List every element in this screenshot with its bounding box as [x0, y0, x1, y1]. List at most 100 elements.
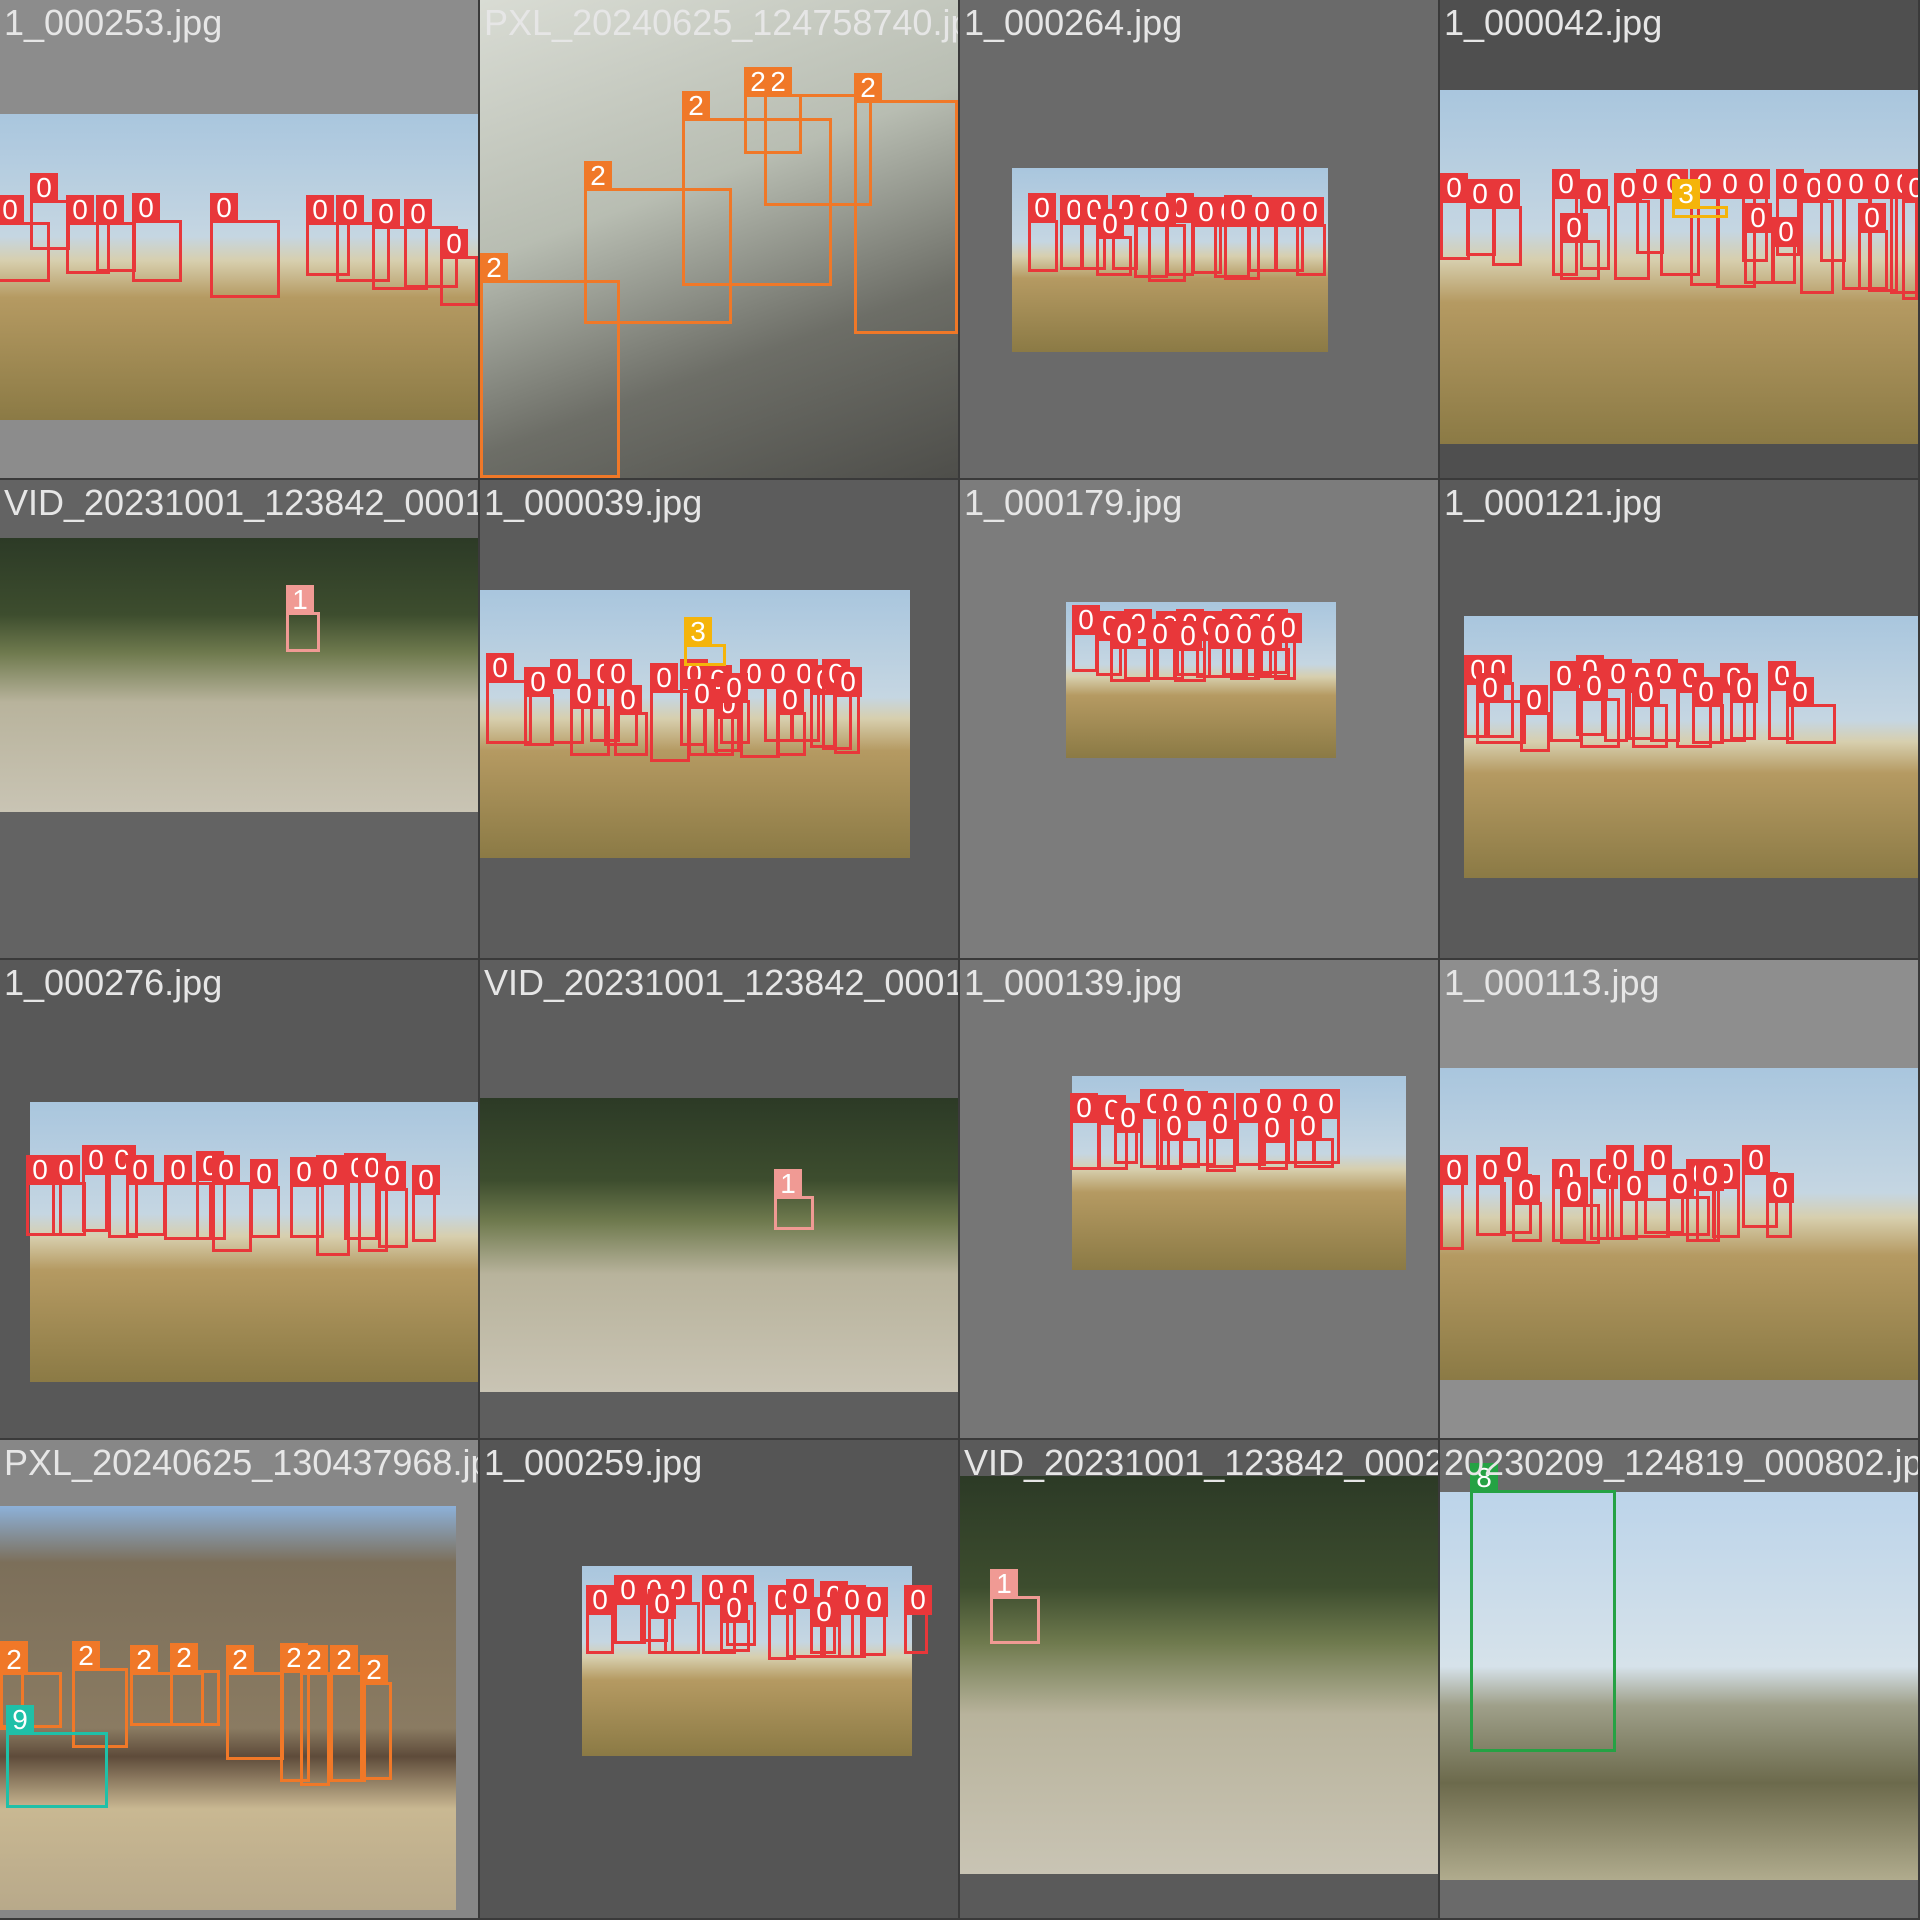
- class-label: 0: [1492, 179, 1520, 209]
- bounding-box: 0: [1296, 197, 1326, 276]
- class-label: 0: [486, 653, 514, 683]
- class-label: 2: [226, 1645, 254, 1675]
- class-label: 0: [720, 673, 748, 703]
- bounding-box: 0: [810, 1597, 838, 1654]
- class-label: 0: [1206, 1109, 1234, 1139]
- class-label: 0: [570, 679, 598, 709]
- bounding-box: 0: [250, 1159, 280, 1238]
- tile-filename: 1_000121.jpg: [1444, 482, 1663, 523]
- bounding-box: 0: [1160, 1111, 1200, 1168]
- bounding-box: 0: [412, 1165, 440, 1242]
- bounding-box: 0: [212, 1155, 252, 1252]
- image-tile[interactable]: 1_000042.jpg00000000000000000000003: [1440, 0, 1918, 478]
- image-tile[interactable]: 1_000276.jpg000000000000000: [0, 960, 478, 1438]
- tile-filename: 1_000179.jpg: [964, 482, 1183, 523]
- class-label: 3: [1672, 179, 1700, 209]
- image-tile[interactable]: VID_20231001_123842_000168.jpg 1: [480, 960, 958, 1438]
- class-label: 2: [300, 1645, 328, 1675]
- tile-filename: VID_20231001_123842_000223.jpg: [964, 1442, 1438, 1483]
- image-tile[interactable]: PXL_20240625_130437968.jpg22222222229: [0, 1440, 478, 1918]
- bounding-box: 0: [860, 1587, 888, 1656]
- bounding-box: 0: [1072, 605, 1100, 672]
- class-label: 2: [72, 1641, 100, 1671]
- class-label: 0: [1766, 1173, 1794, 1203]
- tile-filename: 1_000042.jpg: [1444, 2, 1663, 43]
- class-label: 0: [614, 1575, 642, 1605]
- class-label: 3: [684, 617, 712, 647]
- bounding-box: 0: [1440, 1155, 1468, 1250]
- bounding-box: 2: [300, 1645, 330, 1786]
- class-label: 0: [586, 1585, 614, 1615]
- class-label: 0: [1174, 621, 1202, 651]
- image-tile[interactable]: PXL_20240625_124758740.jpg 2 2 2 2 2 2: [480, 0, 958, 478]
- bounding-box: 0: [1696, 1161, 1724, 1242]
- class-label: 0: [648, 1589, 676, 1619]
- bounding-box: 8: [1470, 1463, 1616, 1752]
- class-label: 0: [1160, 1111, 1188, 1141]
- bounding-box: 0: [1148, 197, 1186, 282]
- image-tile[interactable]: 1_000113.jpg0000000000000000: [1440, 960, 1918, 1438]
- image-tile[interactable]: 1_000179.jpg0000000000000000: [960, 480, 1438, 958]
- class-label: 0: [1440, 173, 1468, 203]
- class-label: 0: [210, 193, 238, 223]
- class-label: 0: [1028, 193, 1056, 223]
- class-label: 0: [1858, 203, 1886, 233]
- bounding-box: 3: [1672, 179, 1728, 218]
- class-label: 0: [1440, 1155, 1468, 1185]
- tile-filename: 1_000039.jpg: [484, 482, 703, 523]
- bounding-box: 0: [1492, 179, 1522, 266]
- class-label: 0: [1500, 1147, 1528, 1177]
- class-label: 9: [6, 1705, 34, 1735]
- class-label: 0: [1520, 685, 1548, 715]
- bounding-box: 0: [586, 1585, 614, 1654]
- photo-forest-hillside: [480, 1098, 958, 1392]
- tile-filename: 1_000139.jpg: [964, 962, 1183, 1003]
- class-label: 0: [1902, 173, 1918, 203]
- class-label: 1: [774, 1169, 802, 1199]
- bounding-box: 0: [1110, 619, 1150, 682]
- class-label: 0: [440, 229, 468, 259]
- tile-filename: 20230209_124819_000802.jpg: [1444, 1442, 1918, 1483]
- image-tile[interactable]: 1_000259.jpg000000000000000: [480, 1440, 958, 1918]
- class-label: 0: [1580, 671, 1608, 701]
- class-label: 0: [688, 679, 716, 709]
- image-tile[interactable]: 1_000121.jpg00000000000000000: [1440, 480, 1918, 958]
- image-tile[interactable]: 1_000264.jpg00000000000000: [960, 0, 1438, 478]
- image-tile[interactable]: 20230209_124819_000802.jpg 8: [1440, 1440, 1918, 1918]
- bounding-box: 0: [1254, 621, 1290, 678]
- bounding-box: 0: [126, 1155, 166, 1236]
- class-label: 0: [290, 1157, 318, 1187]
- bounding-box: 2: [744, 67, 802, 154]
- bounding-box: 0: [52, 1155, 86, 1236]
- class-label: 0: [1742, 169, 1770, 199]
- class-label: 0: [1512, 1175, 1540, 1205]
- image-tile[interactable]: VID_20231001_123842_000223.jpg 1: [960, 1440, 1438, 1918]
- image-tile[interactable]: VID_20231001_123842_000107.jpg 1: [0, 480, 478, 958]
- class-label: 0: [1730, 673, 1758, 703]
- class-label: 0: [1148, 197, 1176, 227]
- bounding-box: 0: [1512, 1175, 1542, 1242]
- tile-filename: 1_000253.jpg: [4, 2, 223, 43]
- class-label: 1: [990, 1569, 1018, 1599]
- class-label: 2: [130, 1645, 158, 1675]
- bounding-box: 1: [774, 1169, 814, 1230]
- class-label: 2: [744, 67, 772, 97]
- class-label: 0: [1110, 619, 1138, 649]
- bounding-box: 0: [1786, 677, 1836, 744]
- bounding-box: 0: [1580, 671, 1620, 748]
- image-tile[interactable]: 1_000039.jpg000000000000000000003: [480, 480, 958, 958]
- bounding-box: 2: [170, 1643, 220, 1726]
- image-tile[interactable]: 1_000253.jpg 0 0 0 0 0 0 0 0 0 0 0: [0, 0, 478, 478]
- class-label: 0: [1560, 1177, 1588, 1207]
- class-label: 0: [1114, 1103, 1142, 1133]
- tile-filename: VID_20231001_123842_000168.jpg: [484, 962, 958, 1003]
- class-label: 0: [1842, 169, 1870, 199]
- class-label: 0: [1580, 179, 1608, 209]
- bounding-box: 0: [440, 229, 478, 306]
- class-label: 0: [0, 195, 24, 225]
- bounding-box: 1: [286, 585, 320, 652]
- class-label: 1: [286, 585, 314, 615]
- image-tile[interactable]: 1_000139.jpg 0 0 0 0 0 0 0 0 0 0 0 0 0 0 0: [960, 960, 1438, 1438]
- class-label: 0: [1096, 209, 1124, 239]
- class-label: 0: [650, 663, 678, 693]
